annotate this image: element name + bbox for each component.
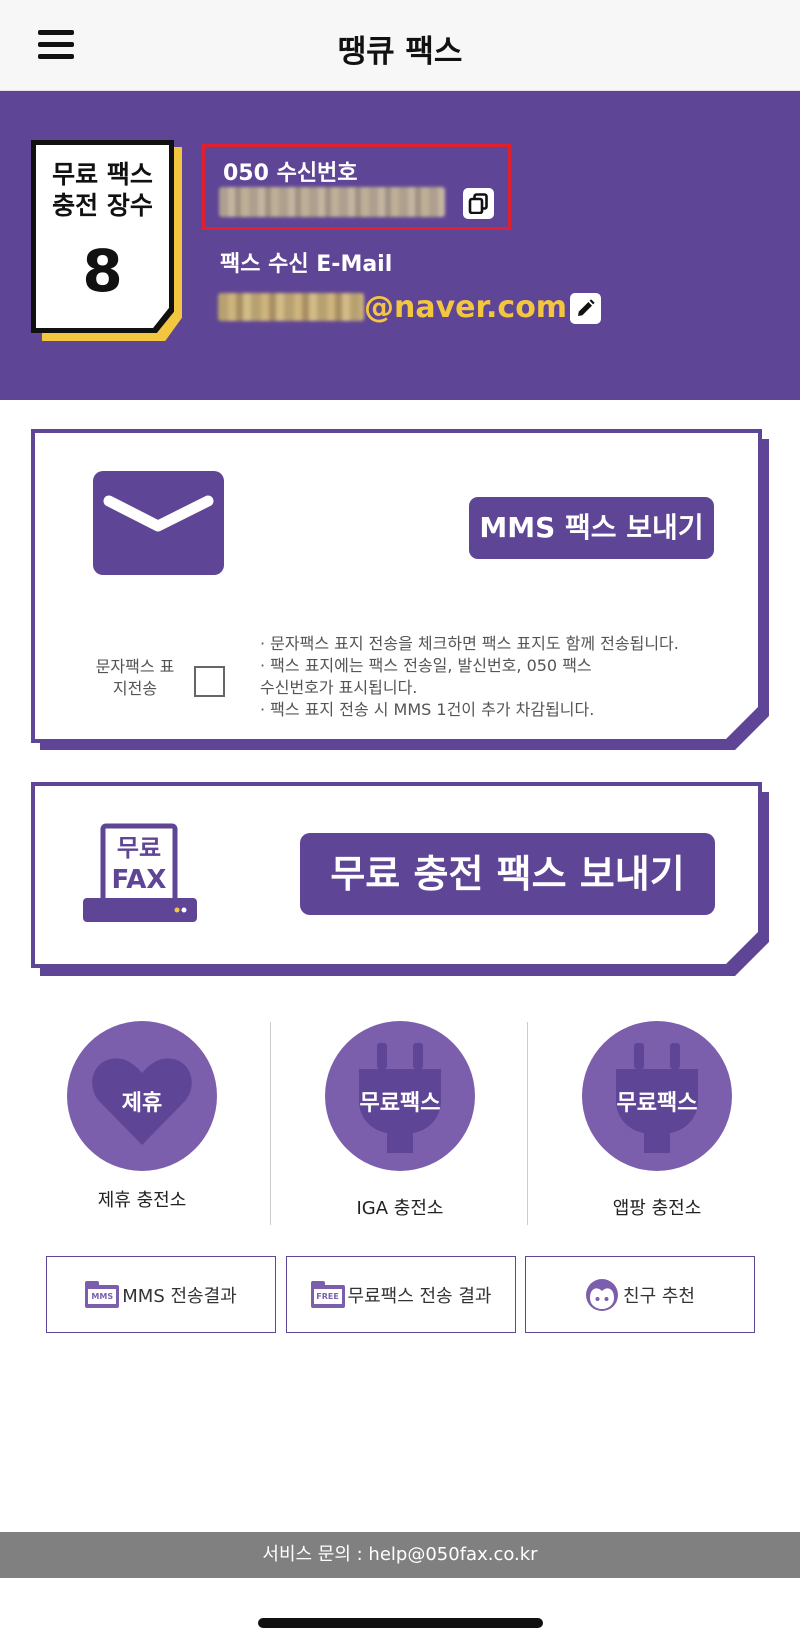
handshake-icon: 제휴 — [67, 1021, 217, 1171]
home-indicator[interactable] — [258, 1618, 543, 1628]
divider — [270, 1022, 271, 1225]
free-fax-result-button[interactable]: FREE 무료팩스 전송 결과 — [286, 1256, 516, 1333]
mms-result-button[interactable]: MMS MMS 전송결과 — [46, 1256, 276, 1333]
plug-icon: 무료팩스 — [582, 1021, 732, 1171]
email-label: 팩스 수신 E-Mail — [220, 252, 393, 277]
free-fax-result-label: 무료팩스 전송 결과 — [347, 1285, 492, 1307]
plug-icon: 무료팩스 — [325, 1021, 475, 1171]
station-badge: 제휴 — [121, 1091, 163, 1116]
note-line: · 팩스 표지에는 팩스 전송일, 발신번호, 050 팩스 — [260, 656, 592, 675]
app-header: 땡큐 팩스 — [0, 0, 800, 91]
cover-send-label: 문자팩스 표지전송 — [95, 657, 175, 698]
charging-stations: 제휴 제휴 충전소 무료팩스 IGA 충전소 무료팩스 앱팡 충전소 — [0, 1020, 800, 1225]
mms-fax-card: MMS 팩스 보내기 문자팩스 표지전송 · 문자팩스 표지 전송을 체크하면 … — [31, 429, 762, 743]
free-fax-card: 무료 FAX 무료 충전 팩스 보내기 — [31, 782, 762, 968]
fax-icon-line2: FAX — [112, 865, 167, 895]
note-line: 수신번호가 표시됩니다. — [260, 678, 418, 697]
station-name: IGA 충전소 — [356, 1198, 444, 1219]
friend-referral-button[interactable]: 친구 추천 — [525, 1256, 755, 1333]
cover-send-checkbox[interactable] — [194, 666, 225, 697]
free-fax-icon: 무료 FAX — [83, 822, 201, 926]
free-fax-send-button[interactable]: 무료 충전 팩스 보내기 — [300, 833, 715, 915]
email-value: @naver.com — [218, 289, 567, 325]
pencil-icon[interactable] — [570, 293, 601, 324]
receive-number-value-masked — [219, 187, 445, 217]
station-name: 제휴 충전소 — [97, 1190, 187, 1211]
copy-icon[interactable] — [463, 188, 494, 219]
email-local-masked — [218, 293, 364, 321]
fax-icon-line1: 무료 — [117, 834, 161, 862]
station-partner[interactable]: 제휴 제휴 충전소 — [27, 1020, 257, 1230]
envelope-icon — [93, 471, 224, 575]
divider — [527, 1022, 528, 1225]
note-line: · 팩스 표지 전송 시 MMS 1건이 추가 차감됩니다. — [260, 700, 595, 719]
account-banner: 무료 팩스 충전 장수 8 050 수신번호 팩스 수신 E-Mail @nav… — [0, 91, 800, 400]
folder-icon: MMS — [85, 1281, 120, 1308]
email-domain: @naver.com — [364, 289, 568, 325]
page-title: 땡큐 팩스 — [337, 34, 463, 70]
note-line: · 문자팩스 표지 전송을 체크하면 팩스 표지도 함께 전송됩니다. — [260, 634, 679, 653]
station-name: 앱팡 충전소 — [612, 1198, 702, 1219]
station-iga[interactable]: 무료팩스 IGA 충전소 — [285, 1020, 515, 1230]
station-appang[interactable]: 무료팩스 앱팡 충전소 — [542, 1020, 772, 1230]
service-contact-footer: 서비스 문의 : help@050fax.co.kr — [0, 1532, 800, 1578]
receive-number-box: 050 수신번호 — [202, 144, 511, 230]
charge-label: 무료 팩스 충전 장수 — [52, 160, 153, 220]
mms-result-label: MMS 전송결과 — [122, 1285, 237, 1307]
friend-referral-label: 친구 추천 — [623, 1285, 695, 1307]
folder-icon: FREE — [310, 1281, 345, 1308]
mms-send-button[interactable]: MMS 팩스 보내기 — [469, 497, 714, 559]
cover-notes: · 문자팩스 표지 전송을 체크하면 팩스 표지도 함께 전송됩니다. · 팩스… — [260, 633, 740, 721]
face-icon — [586, 1278, 619, 1311]
station-badge: 무료팩스 — [359, 1091, 441, 1116]
receive-number-label: 050 수신번호 — [223, 161, 358, 186]
station-badge: 무료팩스 — [616, 1091, 698, 1116]
free-fax-charge-box: 무료 팩스 충전 장수 8 — [31, 140, 174, 333]
charge-count: 8 — [82, 237, 123, 305]
